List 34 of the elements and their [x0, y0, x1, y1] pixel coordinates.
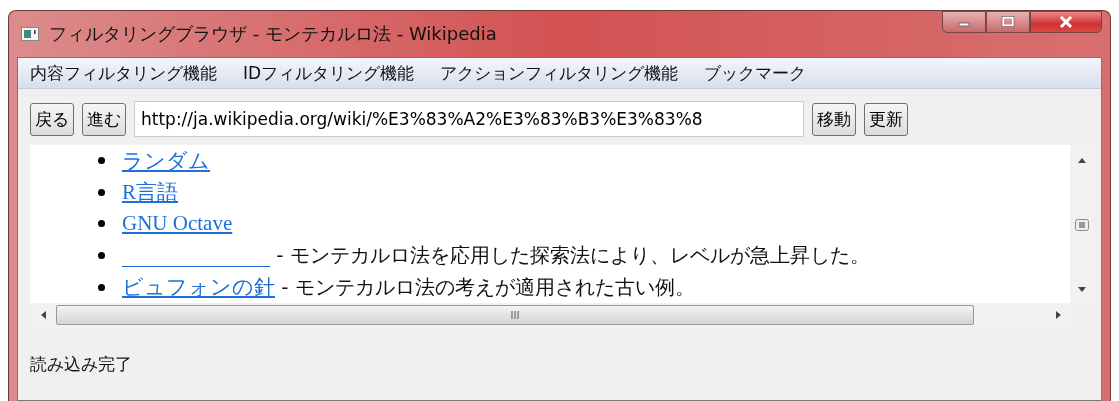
- link[interactable]: ランダム: [122, 146, 210, 175]
- scroll-right-icon[interactable]: [1056, 310, 1062, 320]
- menu-item[interactable]: ブックマーク: [704, 61, 807, 85]
- maximize-button[interactable]: [986, 11, 1030, 33]
- bullet-icon: [98, 220, 105, 228]
- scroll-thumb[interactable]: [56, 305, 974, 325]
- reload-button[interactable]: 更新: [864, 102, 908, 136]
- app-icon: [21, 27, 39, 41]
- menu-item[interactable]: アクションフィルタリング機能: [440, 61, 679, 85]
- menu-item[interactable]: 内容フィルタリング機能: [30, 61, 217, 85]
- maximize-icon: [1001, 16, 1015, 28]
- scroll-thumb-icon[interactable]: [1075, 219, 1089, 231]
- scroll-up-icon[interactable]: [1077, 157, 1087, 163]
- link[interactable]: ビュフォンの針: [122, 273, 275, 302]
- item-description: - モンテカルロ法の考えが適用された古い例。: [280, 273, 695, 301]
- go-button[interactable]: 移動: [812, 102, 856, 136]
- status-text: 読み込み完了: [29, 353, 133, 376]
- bullet-icon: [98, 283, 105, 291]
- item-description: - モンテカルロ法を応用した探索法により、レベルが急上昇した。: [275, 242, 870, 270]
- menu-item[interactable]: IDフィルタリング機能: [243, 61, 415, 85]
- scroll-down-icon[interactable]: [1077, 287, 1087, 293]
- back-button[interactable]: 戻る: [30, 102, 74, 136]
- minimize-button[interactable]: [942, 11, 986, 33]
- url-field[interactable]: http://ja.wikipedia.org/wiki/%E3%83%A2%E3%83%B3%E3%83%8: [134, 101, 804, 137]
- bullet-icon: [98, 157, 105, 165]
- forward-button[interactable]: 進む: [82, 102, 126, 136]
- scroll-left-icon[interactable]: [40, 310, 46, 320]
- bullet-icon: [98, 188, 105, 196]
- close-icon: [1058, 16, 1074, 28]
- close-button[interactable]: [1030, 11, 1102, 33]
- bullet-icon: [98, 252, 105, 260]
- window-title: フィルタリングブラウザ - モンテカルロ法 - Wikipedia: [49, 22, 497, 46]
- link[interactable]: GNU Octave: [122, 211, 233, 237]
- link[interactable]: R言語: [122, 178, 178, 207]
